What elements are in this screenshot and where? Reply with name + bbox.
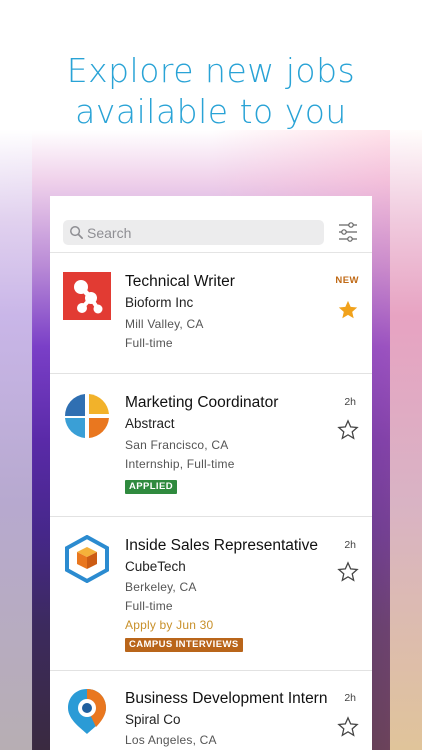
cubetech-logo-icon xyxy=(65,535,109,583)
job-list-item[interactable]: Marketing Coordinator Abstract San Franc… xyxy=(50,374,372,517)
search-icon xyxy=(70,226,83,239)
job-list-item[interactable]: Inside Sales Representative CubeTech Ber… xyxy=(50,517,372,671)
job-type: Full-time xyxy=(125,599,173,613)
headline: Explore new jobs available to you xyxy=(0,50,422,132)
job-location: Mill Valley, CA xyxy=(125,317,204,331)
spiral-logo-icon xyxy=(68,689,106,734)
job-title: Technical Writer xyxy=(125,273,235,290)
filter-sliders-icon[interactable] xyxy=(338,222,358,242)
applied-badge: APPLIED xyxy=(125,480,177,494)
job-title: Inside Sales Representative xyxy=(125,537,319,554)
job-location: San Francisco, CA xyxy=(125,438,229,452)
headline-line-2: available to you xyxy=(75,92,347,131)
company-name: CubeTech xyxy=(125,559,186,574)
job-title: Business Development Intern xyxy=(125,690,328,707)
star-outline-icon[interactable] xyxy=(337,419,359,441)
star-outline-icon[interactable] xyxy=(337,561,359,583)
company-name: Spiral Co xyxy=(125,712,181,727)
posted-time: 2h xyxy=(344,396,356,408)
company-name: Bioform Inc xyxy=(125,295,194,310)
job-list-item[interactable]: Technical Writer Bioform Inc Mill Valley… xyxy=(50,253,372,374)
job-title: Marketing Coordinator xyxy=(125,394,279,411)
background-left-edge xyxy=(0,130,32,750)
headline-line-1: Explore new jobs xyxy=(66,51,356,90)
star-outline-icon[interactable] xyxy=(337,716,359,738)
campus-interviews-badge: CAMPUS INTERVIEWS xyxy=(125,638,243,652)
search-bar xyxy=(50,196,372,253)
background-right-edge xyxy=(390,130,422,750)
new-badge: NEW xyxy=(335,275,359,286)
job-type: Internship, Full-time xyxy=(125,457,235,471)
apply-by-date: Apply by Jun 30 xyxy=(125,618,214,632)
star-filled-icon[interactable] xyxy=(337,299,359,321)
job-location: Berkeley, CA xyxy=(125,580,197,594)
search-input[interactable] xyxy=(87,220,317,245)
posted-time: 2h xyxy=(344,539,356,551)
bioform-logo-icon xyxy=(63,272,111,320)
search-field[interactable] xyxy=(63,220,324,245)
job-list-item[interactable]: Business Development Intern Spiral Co Lo… xyxy=(50,671,372,756)
posted-time: 2h xyxy=(344,692,356,704)
job-list-panel: Technical Writer Bioform Inc Mill Valley… xyxy=(50,196,372,756)
job-type: Full-time xyxy=(125,336,173,350)
job-location: Los Angeles, CA xyxy=(125,733,217,747)
abstract-logo-icon xyxy=(64,394,109,438)
company-name: Abstract xyxy=(125,416,175,431)
